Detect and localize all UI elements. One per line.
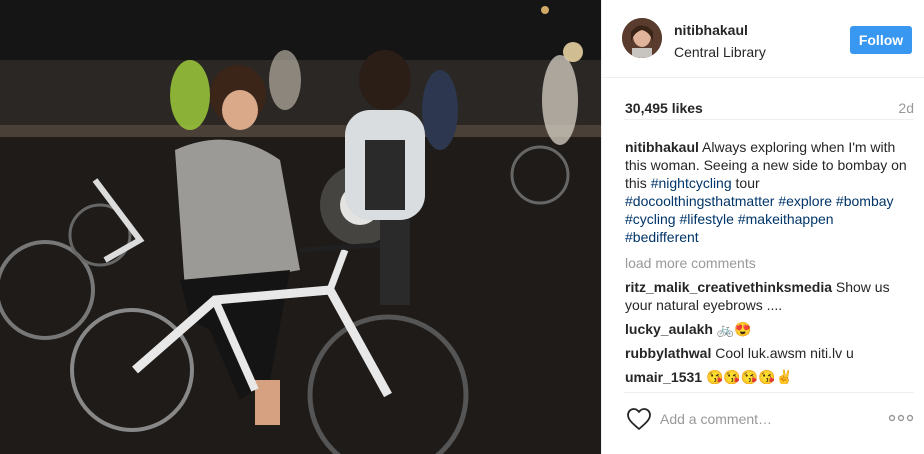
hashtag-lifestyle[interactable]: #lifestyle xyxy=(679,211,733,227)
hashtag-explore[interactable]: #explore xyxy=(778,193,832,209)
comment-text: 🚲😍 xyxy=(712,321,752,337)
post-age[interactable]: 2d xyxy=(898,100,914,116)
hashtag-bedifferent[interactable]: #bedifferent xyxy=(625,229,699,245)
heart-icon[interactable] xyxy=(626,407,652,431)
load-more-comments[interactable]: load more comments xyxy=(625,254,910,272)
comment-username[interactable]: lucky_aulakh xyxy=(625,321,713,337)
avatar-image xyxy=(622,18,662,58)
likes-row: 30,495 likes 2d xyxy=(624,98,914,120)
location-link[interactable]: Central Library xyxy=(674,44,766,60)
post-photo[interactable] xyxy=(0,0,601,454)
post-header: nitibhakaul Central Library Follow xyxy=(602,0,924,78)
more-options-icon[interactable] xyxy=(888,413,914,423)
instagram-post: nitibhakaul Central Library Follow 30,49… xyxy=(0,0,924,454)
comment-text: Cool luk.awsm niti.lv u xyxy=(711,345,854,361)
comment-username[interactable]: ritz_malik_creativethinksmedia xyxy=(625,279,832,295)
comment: lucky_aulakh 🚲😍 xyxy=(625,320,910,338)
caption: nitibhakaul Always exploring when I'm wi… xyxy=(625,138,910,246)
comment-text: 😘😘😘😘✌ xyxy=(702,369,794,384)
hashtag-docoolthingsthatmatter[interactable]: #docoolthingsthatmatter xyxy=(625,193,774,209)
username-link[interactable]: nitibhakaul xyxy=(674,22,748,38)
comment-username[interactable]: rubbylathwal xyxy=(625,345,711,361)
hashtag-makeithappen[interactable]: #makeithappen xyxy=(738,211,834,227)
follow-button[interactable]: Follow xyxy=(850,26,912,54)
caption-text-2: tour xyxy=(731,175,760,191)
caption-username[interactable]: nitibhakaul xyxy=(625,139,699,155)
comment-footer xyxy=(624,392,914,444)
comment: rubbylathwal Cool luk.awsm niti.lv u xyxy=(625,344,910,362)
comments-list: nitibhakaul Always exploring when I'm wi… xyxy=(625,138,910,384)
likes-count[interactable]: 30,495 likes xyxy=(625,100,703,116)
comment-username[interactable]: umair_1531 xyxy=(625,369,702,384)
hashtag-nightcycling[interactable]: #nightcycling xyxy=(651,175,732,191)
post-side-panel: nitibhakaul Central Library Follow 30,49… xyxy=(601,0,924,454)
comment: umair_1531 😘😘😘😘✌ xyxy=(625,368,910,384)
hashtag-cycling[interactable]: #cycling xyxy=(625,211,676,227)
comment: ritz_malik_creativethinksmedia Show us y… xyxy=(625,278,910,314)
photo-illustration xyxy=(0,0,601,454)
add-comment-input[interactable] xyxy=(660,407,860,431)
avatar[interactable] xyxy=(622,18,662,58)
hashtag-bombay[interactable]: #bombay xyxy=(836,193,894,209)
